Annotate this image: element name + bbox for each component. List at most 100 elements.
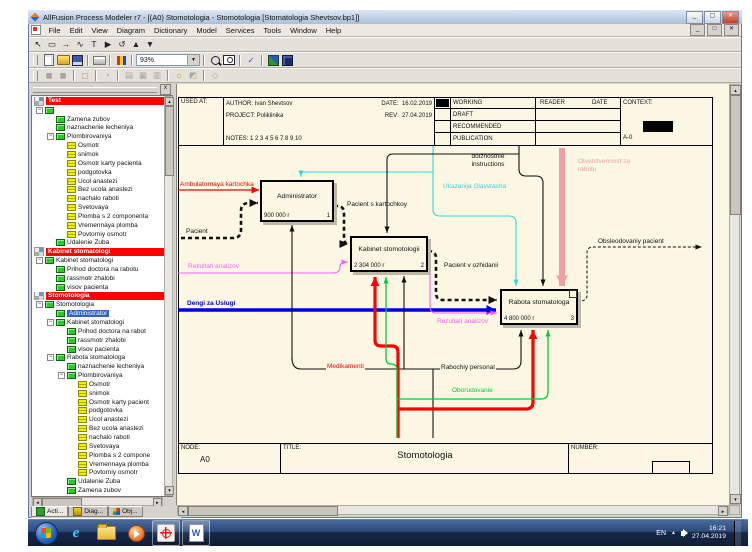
show-desktop-button[interactable]: [734, 521, 741, 546]
language-indicator[interactable]: EN: [656, 530, 666, 537]
zoom-level-combo[interactable]: 93%▼: [136, 54, 200, 66]
expand-minus-icon[interactable]: −: [47, 133, 54, 140]
scroll-left-icon[interactable]: ◄: [178, 506, 188, 516]
tree-item[interactable]: rassmotr zhalobi: [33, 274, 164, 283]
arrow-label[interactable]: dolznostnie instructions: [462, 153, 514, 168]
media-player-task[interactable]: [122, 520, 150, 546]
taskbar-clock[interactable]: 16:21 27.04.2019: [692, 525, 726, 541]
internet-explorer-task[interactable]: e: [62, 520, 90, 546]
tree-item[interactable]: Udalenie Zuba: [33, 239, 164, 248]
diagram-vertical-scrollbar[interactable]: ▲ ▼: [729, 84, 740, 505]
tree-item[interactable]: naznachenie lecheniya: [33, 124, 164, 133]
tab-diag[interactable]: Diag...: [68, 506, 108, 517]
menu-file[interactable]: File: [44, 26, 65, 35]
tree-item[interactable]: −Plombirovaniya: [33, 371, 164, 380]
mdi-restore-button[interactable]: □: [707, 24, 722, 36]
tree-item[interactable]: Ucol anastezi: [33, 415, 164, 424]
word-task[interactable]: W: [182, 520, 210, 546]
open-model-button[interactable]: [56, 54, 70, 67]
combo-dropdown-icon[interactable]: ▼: [187, 55, 199, 65]
arrow-label[interactable]: Medikamenti: [326, 363, 365, 371]
tree-item[interactable]: naznachenie lecheniya: [33, 362, 164, 371]
tree-item[interactable]: Plomba s 2 componenta: [33, 212, 164, 221]
tree-item[interactable]: Udalenie Zuba: [33, 477, 164, 486]
go-to-parent-tool-button[interactable]: ▲: [129, 38, 143, 51]
go-to-sibling-tool-button[interactable]: ↺: [115, 38, 129, 51]
process-modeler-task[interactable]: [152, 520, 180, 546]
text-tool-button[interactable]: T: [87, 38, 101, 51]
tree-item[interactable]: snimok: [33, 389, 164, 398]
go-to-child-tool-button[interactable]: ▼: [143, 38, 157, 51]
scroll-up-icon[interactable]: ▲: [730, 85, 741, 95]
arrow-label[interactable]: Rabochiy personal: [440, 364, 496, 372]
tree-item[interactable]: Zamena zubov: [33, 115, 164, 124]
explorer-close-icon[interactable]: x: [160, 84, 171, 95]
arrow-label[interactable]: Pacient v ozhidanii: [444, 262, 498, 270]
tree-item[interactable]: Bez ucola anastezi: [33, 424, 164, 433]
tree-item[interactable]: podgotovka: [33, 407, 164, 416]
arrow-label[interactable]: Oborudovanie: [451, 387, 494, 395]
zoom-area-button[interactable]: [222, 54, 236, 67]
tree-item[interactable]: nachalo raboti: [33, 433, 164, 442]
mm-user-button[interactable]: ☼: [172, 69, 186, 82]
expand-minus-icon[interactable]: −: [36, 301, 43, 308]
menu-dictionary[interactable]: Dictionary: [150, 26, 192, 35]
tree-item[interactable]: visov pacienta: [33, 345, 164, 354]
diagram-vscroll-thumb[interactable]: [730, 95, 741, 215]
tree-item[interactable]: podgotovka: [33, 168, 164, 177]
tree-vertical-scrollbar[interactable]: ▲ ▼: [164, 96, 173, 496]
tree-section-header[interactable]: Kabinet stomatologi: [33, 247, 164, 256]
close-button[interactable]: ✕: [722, 11, 739, 24]
diagram-horizontal-scrollbar[interactable]: ◄ ►: [177, 505, 729, 515]
scroll-down-icon[interactable]: ▼: [165, 486, 174, 495]
arrow-label[interactable]: Pacient: [186, 228, 208, 236]
tree-item[interactable]: Zamena zubov: [33, 486, 164, 495]
arrow-label[interactable]: Dengi za Uslugi: [187, 300, 235, 308]
activity-box-2[interactable]: Kabinet stomotologii2 304 000 r2: [350, 236, 428, 272]
minimize-button[interactable]: _: [686, 11, 703, 24]
modelmart-button[interactable]: [280, 54, 294, 67]
activity-box-3[interactable]: Rabota stomatologa4 800 000 r3: [500, 289, 578, 325]
mdi-minimize-button[interactable]: _: [690, 24, 705, 36]
menu-services[interactable]: Services: [221, 26, 259, 35]
start-button[interactable]: [32, 520, 60, 546]
save-model-button[interactable]: [70, 54, 84, 67]
expand-minus-icon[interactable]: −: [36, 257, 43, 264]
tree-item[interactable]: −Kabinet stomatologi: [33, 318, 164, 327]
tab-obj[interactable]: Obj...: [108, 506, 143, 517]
volume-icon[interactable]: [681, 531, 685, 536]
mdi-close-button[interactable]: ✕: [724, 24, 739, 36]
squiggle-tool-button[interactable]: ∿: [73, 38, 87, 51]
menu-view[interactable]: View: [87, 26, 112, 35]
arrow-label[interactable]: Obsleodovaniy pacient: [598, 238, 664, 246]
menu-window[interactable]: Window: [286, 26, 322, 35]
explorer-task[interactable]: [92, 520, 120, 546]
scroll-right-icon[interactable]: ►: [718, 506, 728, 516]
expand-minus-icon[interactable]: −: [58, 372, 65, 379]
tree-vscroll-thumb[interactable]: [165, 106, 174, 176]
model-explorer-button[interactable]: [266, 54, 280, 67]
menu-model[interactable]: Model: [192, 26, 221, 35]
menu-diagram[interactable]: Diagram: [112, 26, 149, 35]
tree-item[interactable]: snimok: [33, 150, 164, 159]
tree-item[interactable]: Ucol anastezi: [33, 177, 164, 186]
tab-acti[interactable]: Acti...: [31, 506, 68, 517]
zoom-in-button[interactable]: [208, 54, 222, 67]
tree-item[interactable]: rassmotr zhalobi: [33, 336, 164, 345]
maximize-button[interactable]: ▢: [704, 11, 721, 24]
tree-section-header[interactable]: Test: [33, 97, 164, 106]
tree-item[interactable]: Vremennaya plomba: [33, 221, 164, 230]
new-model-button[interactable]: [42, 54, 56, 67]
tray-expand-icon[interactable]: ▲: [671, 530, 676, 536]
tree-item[interactable]: −Stomotologia: [33, 300, 164, 309]
tree-item[interactable]: Vremennaya plomba: [33, 460, 164, 469]
print-button[interactable]: [92, 54, 106, 67]
tree-item[interactable]: Osmotr karty pacient: [33, 398, 164, 407]
menu-tools[interactable]: Tools: [259, 26, 286, 35]
arrow-label[interactable]: Pacient s kartochkoy: [347, 201, 407, 209]
expand-minus-icon[interactable]: −: [47, 354, 54, 361]
tree-item[interactable]: Svetovaya: [33, 203, 164, 212]
tree-item[interactable]: Administrator: [33, 309, 164, 318]
tree-item[interactable]: Povtorniy osmotr: [33, 468, 164, 477]
tree-item[interactable]: −Rabota stomatologa: [33, 353, 164, 362]
